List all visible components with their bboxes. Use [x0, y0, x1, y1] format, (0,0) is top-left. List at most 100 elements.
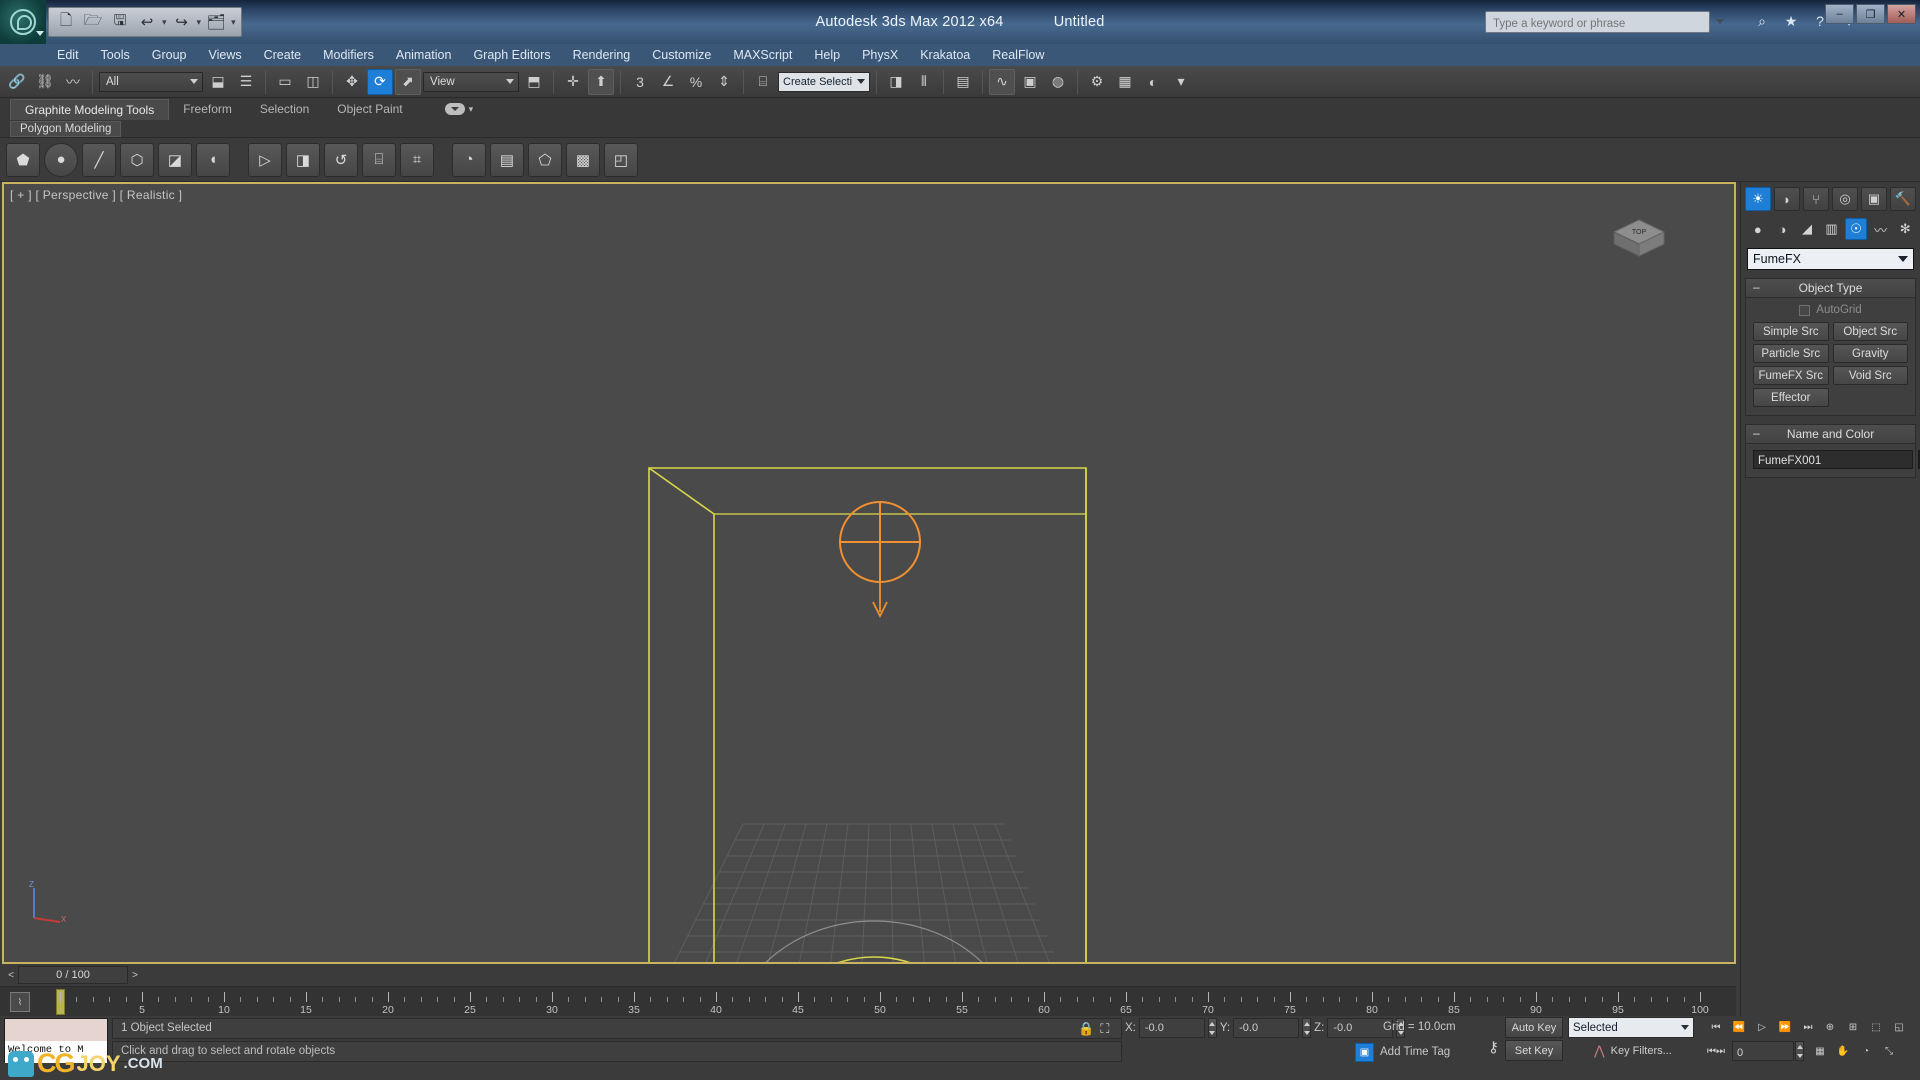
- menu-item-help[interactable]: Help: [803, 45, 851, 65]
- reference-coordinate-dropdown[interactable]: View: [423, 71, 519, 92]
- rendered-frame-window-icon[interactable]: ▦: [1112, 69, 1138, 95]
- cameras-category-icon[interactable]: ▥: [1821, 218, 1843, 240]
- zoom-extents-icon[interactable]: ⬚: [1866, 1017, 1886, 1037]
- layer-manager-icon[interactable]: ▤: [950, 69, 976, 95]
- symmetry-tools-icon[interactable]: ◨: [286, 142, 320, 177]
- menu-item-modifiers[interactable]: Modifiers: [312, 45, 385, 65]
- rectangular-selection-region-icon[interactable]: ▭: [272, 69, 298, 95]
- ribbon-tab-graphite-modeling-tools[interactable]: Graphite Modeling Tools: [10, 98, 170, 120]
- named-selection-set-input[interactable]: Create Selection Set: [778, 71, 870, 92]
- perspective-viewport[interactable]: [ + ] [ Perspective ] [ Realistic ] TOP …: [2, 182, 1736, 964]
- menu-item-graph-editors[interactable]: Graph Editors: [462, 45, 561, 65]
- helpers-category-icon[interactable]: ☉: [1845, 218, 1867, 240]
- time-tag-icon[interactable]: ▣: [1355, 1042, 1374, 1062]
- next-frame-button[interactable]: >: [128, 966, 142, 984]
- select-object-icon[interactable]: ⬓: [205, 69, 231, 95]
- selection-filter-dropdown[interactable]: All: [99, 71, 203, 92]
- key-mode-toggle-icon[interactable]: ▦: [1810, 1041, 1830, 1061]
- application-menu-button[interactable]: [0, 0, 46, 44]
- qat-customize-icon[interactable]: ▾: [231, 17, 236, 28]
- create-pattern-icon[interactable]: ▩: [566, 142, 600, 177]
- zoom-region-icon[interactable]: ◱: [1889, 1017, 1909, 1037]
- zoom-all-icon[interactable]: ⊞: [1843, 1017, 1863, 1037]
- undo-icon[interactable]: ↩: [135, 10, 159, 34]
- border-subobject-icon[interactable]: ⬡: [120, 142, 154, 177]
- menu-item-customize[interactable]: Customize: [641, 45, 722, 65]
- menu-item-tools[interactable]: Tools: [90, 45, 141, 65]
- render-production-icon[interactable]: ◐: [1140, 69, 1166, 95]
- menu-item-physx[interactable]: PhysX: [851, 45, 909, 65]
- open-file-icon[interactable]: 🗁: [81, 10, 105, 34]
- element-subobject-icon[interactable]: ◖: [196, 142, 230, 177]
- orbit-icon[interactable]: ◔: [1856, 1041, 1876, 1061]
- vertex-subobject-icon[interactable]: ●: [44, 142, 78, 177]
- snaps-toggle-icon[interactable]: 3: [627, 69, 653, 95]
- frame-spinner[interactable]: [1795, 1041, 1804, 1061]
- name-and-color-header[interactable]: – Name and Color: [1746, 425, 1915, 444]
- object-type-button-particle-src[interactable]: Particle Src: [1753, 344, 1829, 363]
- display-tab-icon[interactable]: ▣: [1861, 187, 1887, 211]
- info-center-icon[interactable]: ⌕: [1751, 10, 1773, 32]
- align-icon[interactable]: ⫴: [911, 69, 937, 95]
- geometry-category-icon[interactable]: ●: [1747, 218, 1769, 240]
- autogrid-checkbox[interactable]: [1799, 304, 1811, 316]
- project-folder-icon[interactable]: 🗂: [204, 10, 228, 34]
- search-dropdown-icon[interactable]: [1716, 19, 1724, 24]
- auto-key-button[interactable]: Auto Key: [1505, 1017, 1563, 1038]
- select-by-name-icon[interactable]: ☰: [233, 69, 259, 95]
- coord-spinner-y[interactable]: [1302, 1018, 1312, 1038]
- keyboard-shortcut-override-icon[interactable]: ⬆: [588, 68, 614, 95]
- menu-item-animation[interactable]: Animation: [385, 45, 463, 65]
- current-frame-display[interactable]: 0 / 100: [18, 966, 128, 984]
- ribbon-tab-selection[interactable]: Selection: [246, 99, 323, 119]
- coord-input-y[interactable]: -0.0: [1233, 1018, 1300, 1038]
- pan-view-icon[interactable]: ✋: [1833, 1041, 1853, 1061]
- menu-item-group[interactable]: Group: [141, 45, 198, 65]
- object-type-button-simple-src[interactable]: Simple Src: [1753, 322, 1829, 341]
- use-ngon-icon[interactable]: ⬠: [528, 142, 562, 177]
- set-key-button[interactable]: Set Key: [1505, 1040, 1563, 1061]
- percent-snap-toggle-icon[interactable]: %: [683, 69, 709, 95]
- create-tab-icon[interactable]: ☀: [1745, 187, 1771, 211]
- edit-named-selection-sets-icon[interactable]: ⌸: [750, 69, 776, 95]
- redo-dropdown-icon[interactable]: ▾: [197, 17, 202, 28]
- curve-editor-icon[interactable]: ∿: [989, 68, 1015, 95]
- utilities-tab-icon[interactable]: 🔨: [1890, 187, 1916, 211]
- coord-spinner-x[interactable]: [1207, 1018, 1217, 1038]
- unlink-selection-icon[interactable]: ⛓: [32, 69, 58, 95]
- new-file-icon[interactable]: 🗋: [54, 10, 78, 34]
- object-category-dropdown[interactable]: FumeFX: [1747, 248, 1914, 270]
- goto-start-button[interactable]: ⏮: [1706, 1017, 1726, 1037]
- hierarchy-tab-icon[interactable]: ⑂: [1803, 187, 1829, 211]
- bind-spacewarp-icon[interactable]: 〰: [60, 69, 86, 95]
- collapse-icon[interactable]: –: [1753, 427, 1762, 440]
- select-and-manipulate-icon[interactable]: ✛: [560, 69, 586, 95]
- undo-dropdown-icon[interactable]: ▾: [162, 17, 167, 28]
- chevron-down-icon[interactable]: ▾: [469, 104, 474, 115]
- minimize-button[interactable]: –: [1825, 4, 1854, 24]
- play-animation-button[interactable]: ▷: [1752, 1017, 1772, 1037]
- object-type-button-gravity[interactable]: Gravity: [1832, 344, 1908, 363]
- close-button[interactable]: ✕: [1887, 4, 1916, 24]
- window-crossing-toggle-icon[interactable]: ◫: [300, 69, 326, 95]
- modify-tab-icon[interactable]: ◗: [1774, 187, 1800, 211]
- menu-item-maxscript[interactable]: MAXScript: [722, 45, 803, 65]
- selection-lock-icon[interactable]: 🔒: [1078, 1021, 1094, 1037]
- space-warps-category-icon[interactable]: 〰: [1870, 218, 1892, 240]
- menu-item-krakatoa[interactable]: Krakatoa: [909, 45, 981, 65]
- spinner-snap-toggle-icon[interactable]: ⇕: [711, 69, 737, 95]
- mirror-icon[interactable]: ◨: [883, 69, 909, 95]
- object-type-button-object-src[interactable]: Object Src: [1832, 322, 1908, 341]
- key-toggle-icon[interactable]: ⚷: [1488, 1038, 1499, 1056]
- object-type-button-fumefx-src[interactable]: FumeFX Src: [1753, 366, 1829, 385]
- paint-connect-icon[interactable]: ⌗: [400, 142, 434, 177]
- ribbon-minimize-group[interactable]: ▾: [444, 103, 474, 115]
- sign-in-icon[interactable]: ★: [1780, 10, 1802, 32]
- render-setup-icon[interactable]: ⚙: [1084, 69, 1110, 95]
- key-filter-curve-icon[interactable]: ⋀: [1594, 1043, 1605, 1059]
- polygon-subobject-icon[interactable]: ◪: [158, 142, 192, 177]
- schematic-view-icon[interactable]: ▣: [1017, 69, 1043, 95]
- preserve-uvs-icon[interactable]: ▤: [490, 142, 524, 177]
- menu-item-create[interactable]: Create: [253, 45, 313, 65]
- key-mode-dropdown[interactable]: Selected: [1568, 1017, 1694, 1038]
